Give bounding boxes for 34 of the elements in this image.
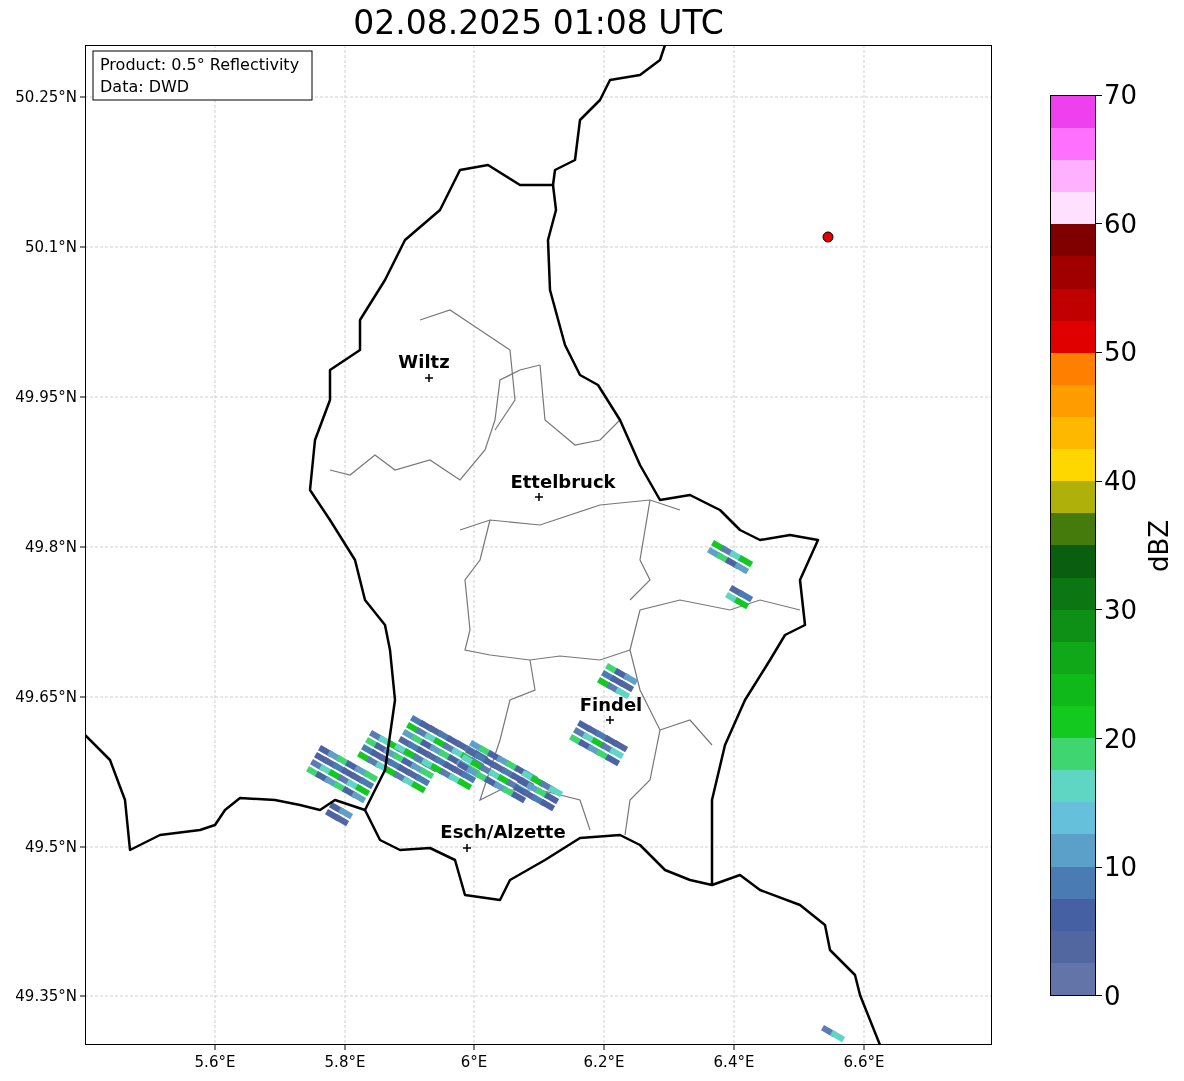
city-marker-icon	[462, 843, 472, 853]
city-marker-icon	[534, 492, 544, 502]
colorbar-tick-label: 0	[1104, 982, 1121, 1009]
axis-tick-label: 49.65°N	[15, 688, 77, 706]
axis-tick-label: 50.25°N	[15, 88, 77, 106]
info-text: Product: 0.5° Reflectivity	[100, 55, 300, 74]
axis-tick-label: 49.8°N	[24, 538, 77, 556]
colorbar-tick-label: 10	[1104, 854, 1138, 881]
location-dot	[822, 231, 834, 243]
axis-tick-label: 5.8°E	[324, 1053, 366, 1071]
city-label: Findel	[579, 694, 643, 715]
city-label: Wiltz	[398, 351, 450, 372]
city-marker-icon	[605, 715, 615, 725]
axis-tick-label: 6.6°E	[843, 1053, 885, 1071]
colorbar-tick-label: 50	[1104, 339, 1138, 366]
axis-tick-label: 50.1°N	[24, 238, 77, 256]
colorbar-tick-label: 20	[1104, 725, 1138, 752]
axis-tick-label: 49.5°N	[24, 838, 77, 856]
axis-tick-label: 6.4°E	[713, 1053, 755, 1071]
colorbar-tick-label: 40	[1104, 468, 1138, 495]
city-marker-icon	[424, 373, 434, 383]
colorbar-tick-label: 30	[1104, 596, 1138, 623]
axis-tick-label: 49.35°N	[15, 987, 77, 1005]
axis-tick-label: 6.2°E	[583, 1053, 625, 1071]
axis-tick-label: 6°E	[460, 1053, 488, 1071]
colorbar-tick-label: 60	[1104, 210, 1138, 237]
chart-title: 02.08.2025 01:08 UTC	[353, 6, 724, 39]
colorbar-tick-label: 70	[1104, 82, 1138, 108]
city-label: Esch/Alzette	[440, 821, 566, 842]
info-text: Data: DWD	[100, 77, 190, 96]
city-label: Ettelbruck	[510, 471, 616, 492]
axis-tick-label: 5.6°E	[194, 1053, 236, 1071]
colorbar-label: dBZ	[1146, 519, 1173, 572]
axis-tick-label: 49.95°N	[15, 388, 77, 406]
